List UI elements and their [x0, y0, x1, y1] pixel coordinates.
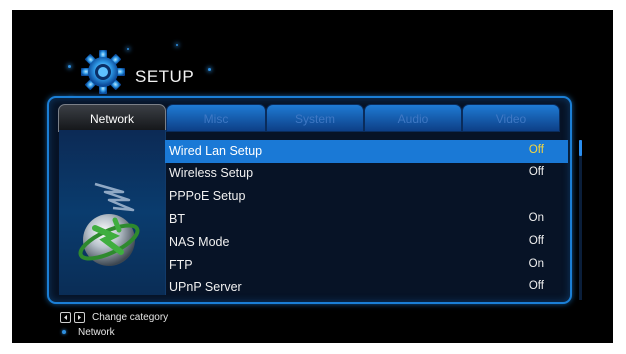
item-label: Wireless Setup	[169, 166, 254, 180]
list-item[interactable]: FTP On	[165, 254, 568, 277]
item-label: UPnP Server	[169, 280, 242, 294]
tab-video[interactable]: Video	[462, 104, 560, 132]
item-label: PPPoE Setup	[169, 189, 246, 203]
current-category-hint: Network	[60, 327, 115, 338]
sparkle-decoration	[208, 68, 211, 71]
list-item[interactable]: Wireless Setup Off	[165, 162, 568, 185]
network-globe-icon	[78, 214, 140, 266]
hint-label: Change category	[92, 312, 169, 323]
item-value: Off	[528, 280, 544, 292]
tab-misc[interactable]: Misc	[166, 104, 266, 132]
category-tabs: Network Misc System Audio Video	[58, 104, 560, 132]
tab-audio[interactable]: Audio	[364, 104, 462, 132]
item-value: Off	[528, 166, 544, 178]
item-label: NAS Mode	[169, 235, 230, 249]
list-item[interactable]: UPnP Server Off	[165, 276, 568, 299]
list-item[interactable]: BT On	[165, 208, 568, 231]
list-item[interactable]: Wired Lan Setup Off	[165, 140, 568, 163]
category-sidebar	[59, 130, 166, 295]
change-category-hint: Change category	[60, 312, 168, 323]
tab-system[interactable]: System	[266, 104, 364, 132]
right-arrow-key-icon	[74, 312, 85, 323]
sparkle-decoration	[176, 44, 178, 46]
bullet-icon	[62, 329, 66, 334]
scrollbar-thumb[interactable]	[579, 140, 582, 156]
item-value: Off	[528, 144, 544, 156]
scrollbar-track[interactable]	[579, 140, 582, 300]
gear-icon	[81, 50, 125, 94]
page-title: SETUP	[135, 67, 195, 86]
item-value: On	[528, 212, 544, 224]
list-item[interactable]: PPPoE Setup	[165, 185, 568, 208]
sparkle-decoration	[68, 65, 71, 68]
item-label: BT	[169, 212, 185, 226]
item-value: Off	[528, 235, 544, 247]
left-arrow-key-icon	[60, 312, 71, 323]
tab-network[interactable]: Network	[58, 104, 166, 132]
item-label: FTP	[169, 258, 193, 272]
list-item[interactable]: NAS Mode Off	[165, 231, 568, 254]
current-category-label: Network	[78, 327, 115, 338]
item-label: Wired Lan Setup	[169, 144, 263, 158]
item-value: On	[528, 258, 544, 270]
